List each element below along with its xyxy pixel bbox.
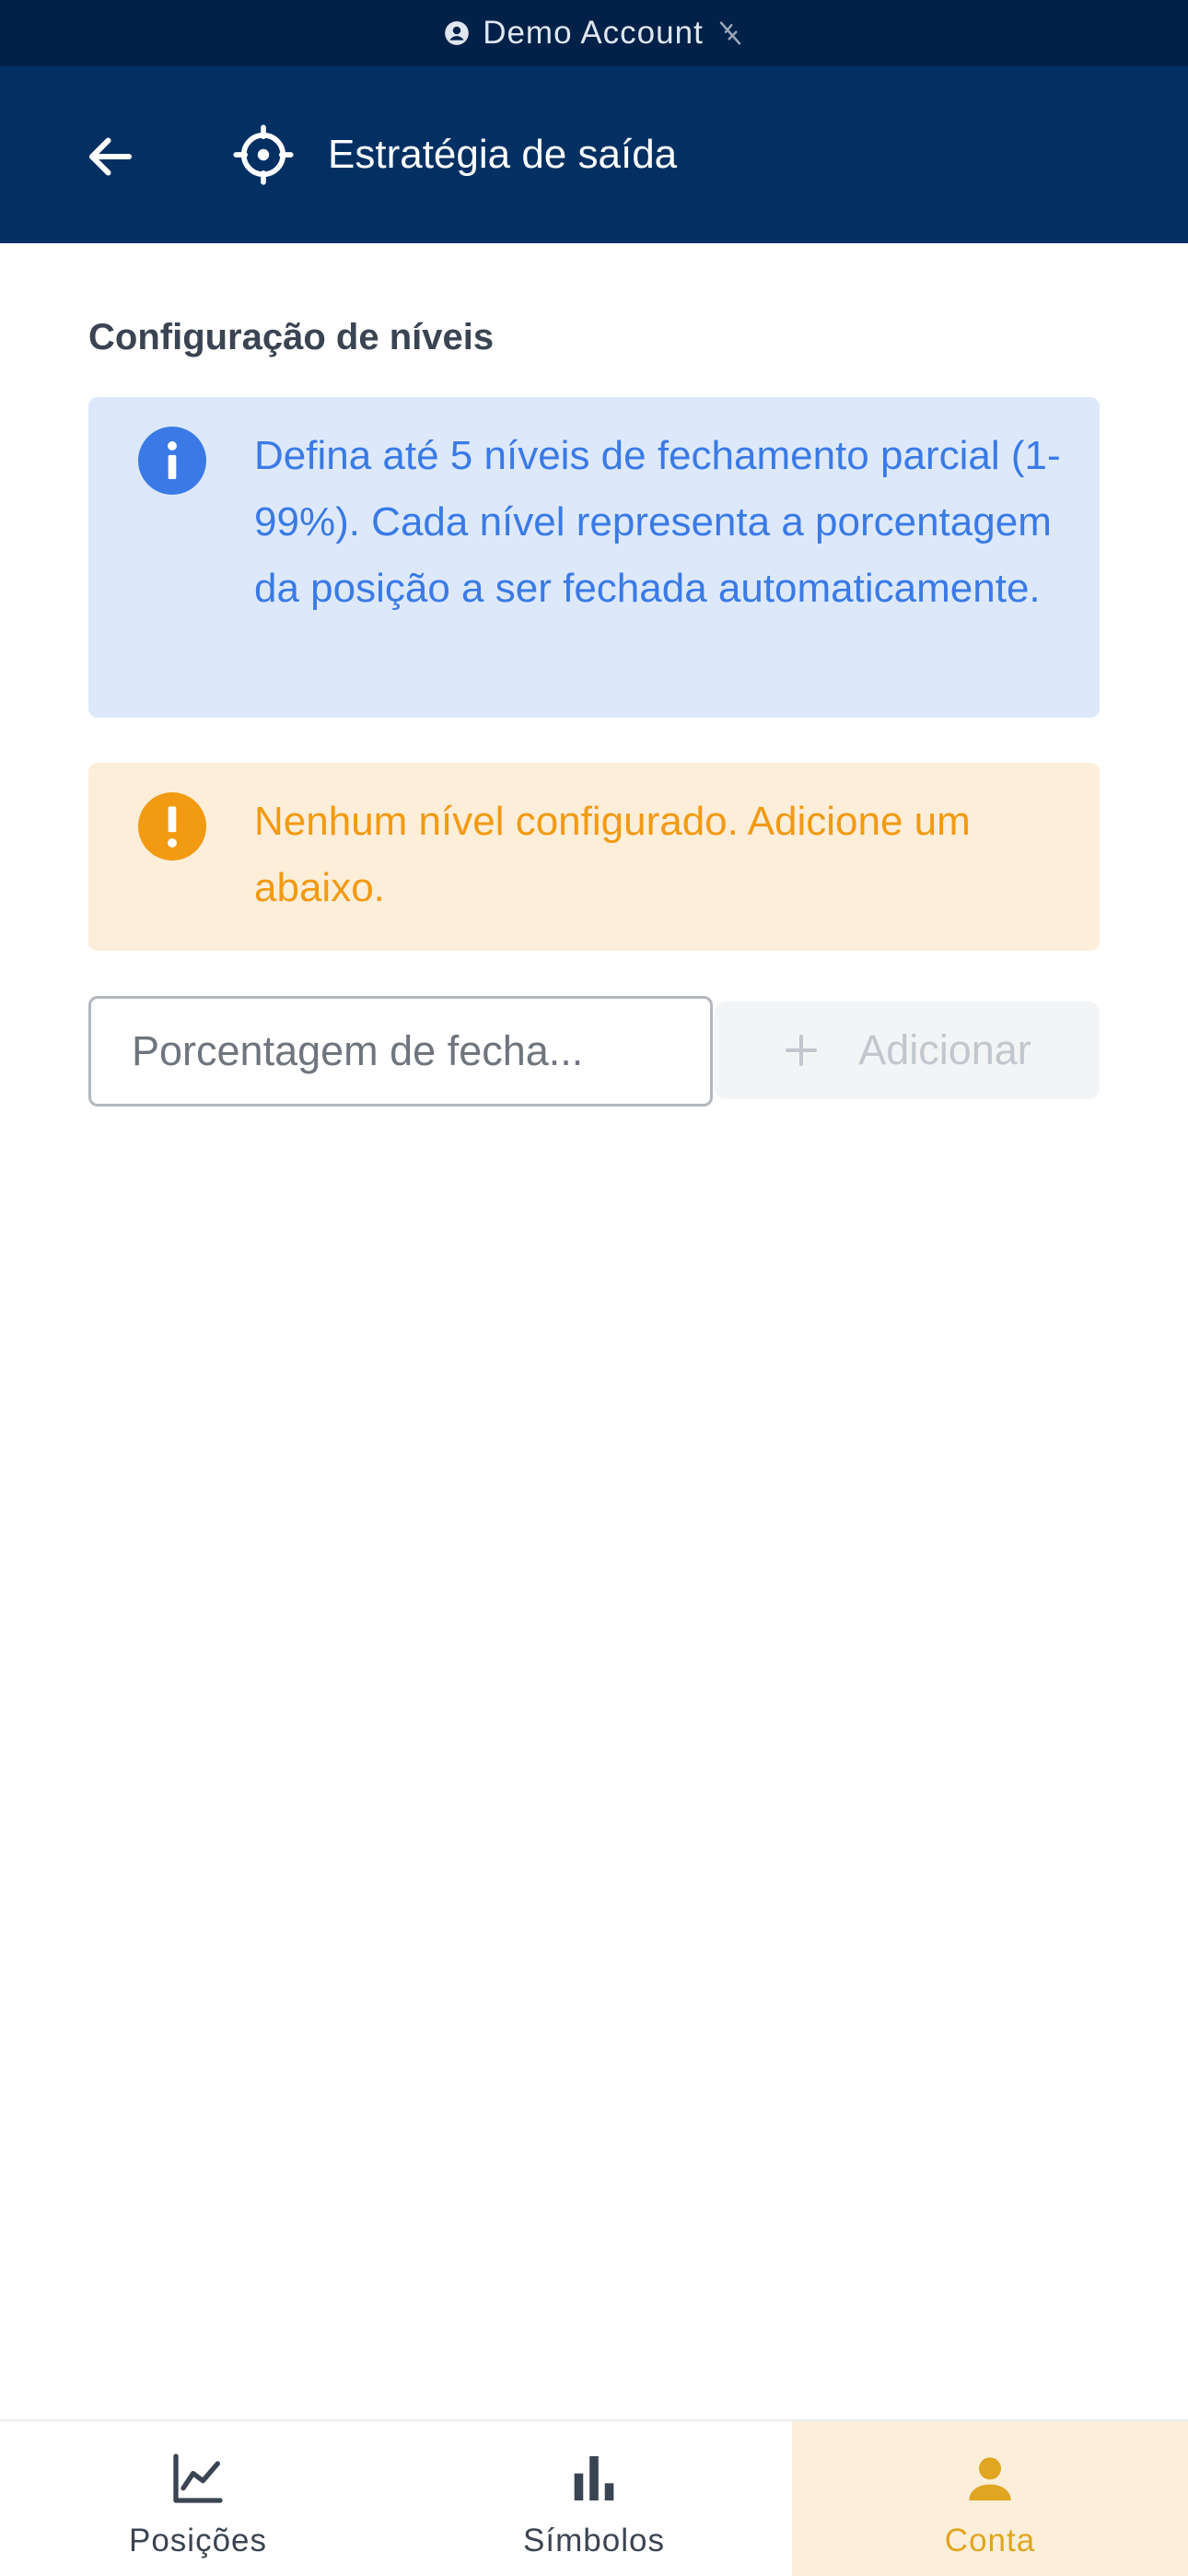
account-bar: Demo Account: [0, 0, 1188, 66]
nav-item-simbolos[interactable]: Símbolos: [396, 2421, 792, 2576]
info-icon: [138, 427, 206, 495]
back-arrow-icon: [89, 137, 132, 176]
nav-label: Posições: [128, 2523, 268, 2558]
app-screen: Demo Account Estratégia de saída Configu…: [0, 0, 1188, 2576]
bar-chart-icon: [574, 2456, 614, 2500]
nav-item-conta[interactable]: Conta: [792, 2421, 1188, 2576]
info-message: Defina até 5 níveis de fechamento parcia…: [88, 397, 1100, 718]
nav-label: Símbolos: [523, 2523, 665, 2558]
warning-message: Nenhum nível configurado. Adicione um ab…: [88, 763, 1100, 951]
section-title: Configuração de níveis: [88, 317, 495, 357]
info-text: Defina até 5 níveis de fechamento parcia…: [254, 433, 1061, 611]
app-header: Estratégia de saída: [0, 66, 1188, 243]
percentage-input[interactable]: [88, 996, 713, 1107]
page-title: Estratégia de saída: [328, 132, 678, 177]
nav-label: Conta: [944, 2523, 1036, 2558]
person-icon: [969, 2457, 1011, 2500]
line-chart-icon: [173, 2453, 223, 2503]
bottom-nav: Posições Símbolos Conta: [0, 2419, 1188, 2576]
add-button-label: Adicionar: [858, 1026, 1031, 1073]
nav-item-posicoes[interactable]: Posições: [0, 2421, 396, 2576]
target-crosshair-icon: [233, 124, 294, 185]
plus-icon: [786, 1035, 818, 1066]
account-label: Demo Account: [483, 15, 704, 51]
warning-icon: [138, 792, 206, 861]
account-circle-icon: [445, 21, 470, 45]
wifi-off-icon: [719, 21, 741, 45]
warning-text: Nenhum nível configurado. Adicione um ab…: [254, 799, 971, 910]
back-button[interactable]: [74, 120, 147, 193]
add-level-button[interactable]: Adicionar: [715, 1001, 1100, 1099]
